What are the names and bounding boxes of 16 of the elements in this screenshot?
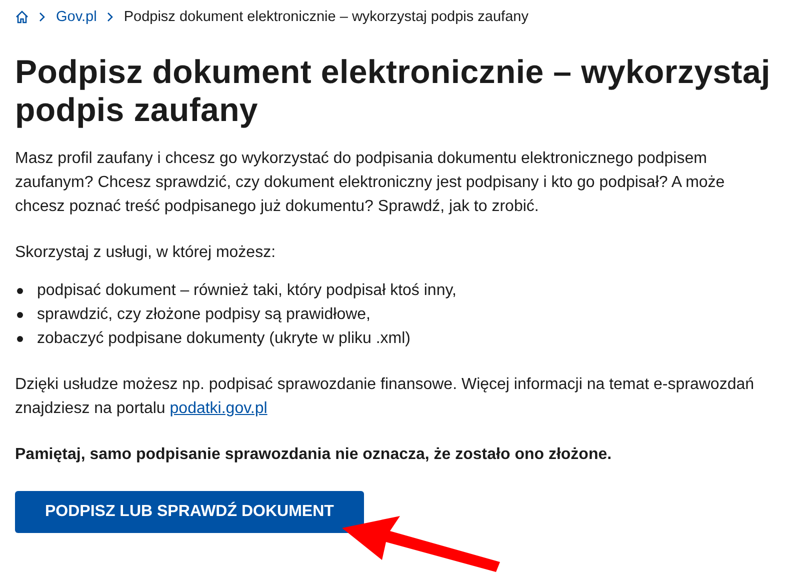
breadcrumb-current: Podpisz dokument elektronicznie – wykorzystaj podpis zaufany (124, 9, 528, 25)
sign-document-button[interactable]: PODPISZ LUB SPRAWDŹ DOKUMENT (15, 491, 364, 533)
bullet-icon (17, 336, 23, 342)
page-title: Podpisz dokument elektronicznie – wykorzystaj podpis zaufany (15, 53, 772, 129)
list-item: zobaczyć podpisane dokumenty (ukryte w pliku .xml) (37, 329, 410, 349)
list-intro: Skorzystaj z usługi, w której możesz: (15, 243, 277, 263)
list-item: podpisać dokument – również taki, który podpisał ktoś inny, (37, 281, 456, 301)
home-icon[interactable] (15, 10, 29, 24)
bullet-icon (17, 312, 23, 318)
intro-paragraph: Masz profil zaufany i chcesz go wykorzystać do podpisania dokumentu elektronicznego podpisem zaufanym? Chcesz sprawdzić, czy dokument elektroniczny jest podpisany i kto go podpisał? A może chcesz poznać treść podpisanego już dokumentu? Sprawdź, jak to zrobić. (15, 149, 726, 217)
info-paragraph: Dzięki usłudze możesz np. podpisać sprawozdanie finansowe. Więcej informacji na temat e-sprawozdań znajdziesz na portalu podatki.gov.pl (15, 375, 756, 419)
notice-text: Pamiętaj, samo podpisanie sprawozdania nie oznacza, że zostało ono złożone. (15, 445, 613, 465)
bullet-icon (17, 288, 23, 294)
breadcrumb-link[interactable]: Gov.pl (56, 9, 97, 25)
list-item: sprawdzić, czy złożone podpisy są prawidłowe, (37, 305, 370, 325)
portal-link[interactable]: podatki.gov.pl (170, 400, 268, 417)
